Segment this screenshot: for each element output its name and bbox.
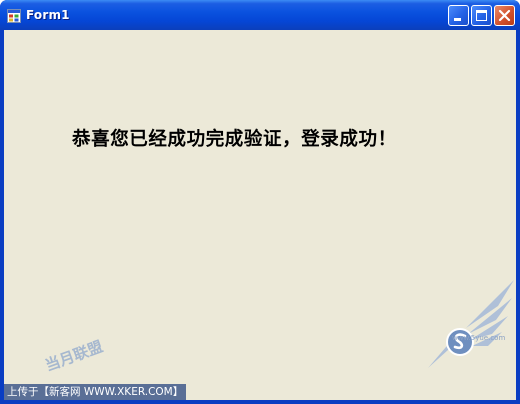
title-bar[interactable]: Form1 xyxy=(0,0,520,30)
watermark-logo-icon xyxy=(428,280,514,368)
form-app-icon[interactable] xyxy=(7,8,21,23)
close-button[interactable] xyxy=(494,5,515,26)
close-icon xyxy=(498,9,511,22)
maximize-button[interactable] xyxy=(471,5,492,26)
minimize-button[interactable] xyxy=(448,5,469,26)
watermark-url: www.5yue.com xyxy=(452,334,506,342)
upload-source-label: 上传于【新客网 WWW.XKER.COM】 xyxy=(4,384,187,400)
success-message: 恭喜您已经成功完成验证，登录成功！ xyxy=(72,129,397,150)
minimize-icon xyxy=(454,18,461,21)
maximize-icon xyxy=(476,10,487,21)
window-title: Form1 xyxy=(26,8,70,22)
